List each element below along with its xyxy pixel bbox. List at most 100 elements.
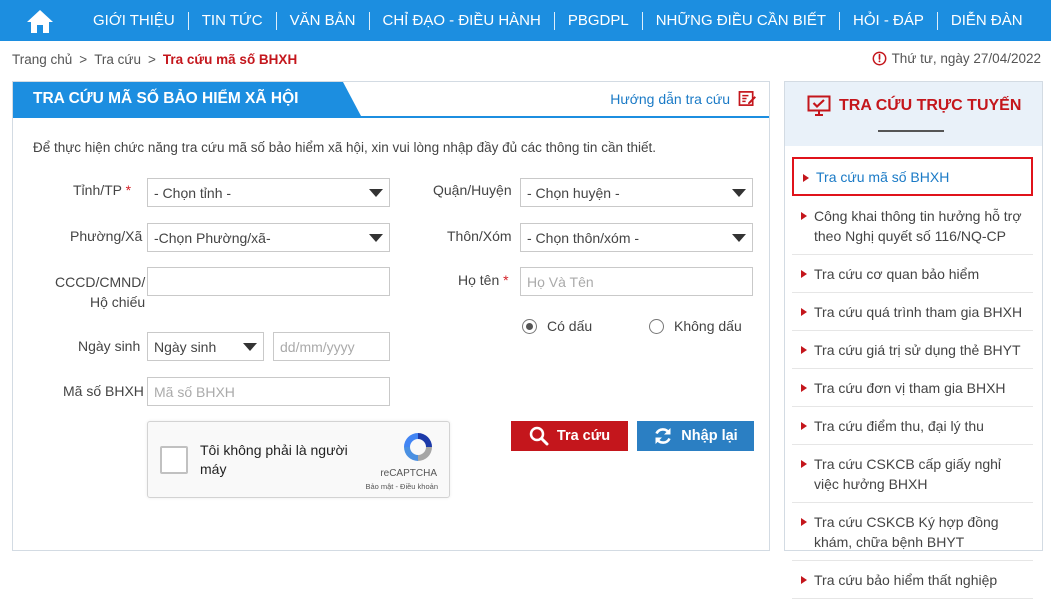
sidebar-item-participation-history[interactable]: Tra cứu quá trình tham gia BHXH <box>792 293 1033 331</box>
recaptcha-checkbox[interactable] <box>160 446 188 474</box>
nav-divider <box>187 11 189 30</box>
sidebar-title-underline <box>878 130 944 132</box>
breadcrumb-home[interactable]: Trang chủ <box>12 52 72 67</box>
dob-type-select[interactable]: Ngày sinh <box>147 332 264 361</box>
nav-item-chi-dao-dieu-hanh[interactable]: CHỈ ĐẠO - ĐIỀU HÀNH <box>370 12 554 29</box>
bhxh-code-placeholder: Mã số BHXH <box>154 383 235 400</box>
dob-label: Ngày sinh <box>78 338 141 354</box>
id-number-input[interactable] <box>147 267 390 296</box>
province-select-value: - Chọn tỉnh - <box>154 184 232 201</box>
reset-button-label: Nhập lại <box>681 428 738 444</box>
nav-divider <box>936 11 938 30</box>
guide-link[interactable]: Hướng dẫn tra cứu <box>610 90 757 107</box>
accent-radio[interactable]: Có dấu <box>522 318 592 334</box>
home-button[interactable] <box>0 0 80 41</box>
current-date: Thứ tư, ngày 27/04/2022 <box>872 51 1041 66</box>
province-select[interactable]: - Chọn tỉnh - <box>147 178 390 207</box>
sidebar-list: Tra cứu mã số BHXH Công khai thông tin h… <box>792 157 1033 599</box>
required-mark: * <box>125 182 132 198</box>
province-label-text: Tỉnh/TP <box>73 182 122 198</box>
sidebar-item-unemployment-insurance[interactable]: Tra cứu bảo hiểm thất nghiệp <box>792 561 1033 599</box>
recaptcha-logo-icon <box>404 433 432 461</box>
bhxh-code-input[interactable]: Mã số BHXH <box>147 377 390 406</box>
lookup-panel: TRA CỨU MÃ SỐ BẢO HIỂM XÃ HỘI Hướng dẫn … <box>12 81 770 551</box>
date-text: Thứ tư, ngày 27/04/2022 <box>891 51 1041 66</box>
chevron-down-icon <box>243 343 257 351</box>
ward-select[interactable]: -Chọn Phường/xã- <box>147 223 390 252</box>
breadcrumb: Trang chủ > Tra cứu > Tra cứu mã số BHXH <box>12 52 297 67</box>
online-lookup-sidebar: TRA CỨU TRỰC TUYẾN Tra cứu mã số BHXH Cô… <box>784 81 1043 599</box>
breadcrumb-separator: > <box>147 52 156 67</box>
required-mark: * <box>503 272 509 288</box>
sidebar-item-insurance-agency[interactable]: Tra cứu cơ quan bảo hiểm <box>792 255 1033 293</box>
guide-link-label: Hướng dẫn tra cứu <box>610 90 730 107</box>
breadcrumb-current: Tra cứu mã số BHXH <box>162 52 298 67</box>
recaptcha-terms[interactable]: Bảo mật - Điều khoản <box>365 482 438 491</box>
no-accent-radio-label: Không dấu <box>674 318 742 334</box>
district-select[interactable]: - Chọn huyện - <box>520 178 753 207</box>
sidebar-title: TRA CỨU TRỰC TUYẾN <box>807 95 1021 117</box>
sidebar-item-participating-units[interactable]: Tra cứu đơn vị tham gia BHXH <box>792 369 1033 407</box>
chevron-down-icon <box>732 234 746 242</box>
sidebar-item-sick-leave-facilities[interactable]: Tra cứu CSKCB cấp giấy nghỉ việc hưởng B… <box>792 445 1033 503</box>
hamlet-select-value: - Chọn thôn/xóm - <box>527 229 640 246</box>
radio-selected-icon <box>522 318 537 334</box>
refresh-icon <box>655 428 671 444</box>
clock-icon <box>872 51 886 66</box>
home-icon <box>27 9 53 33</box>
no-accent-radio[interactable]: Không dấu <box>649 318 742 334</box>
nav-divider <box>368 11 370 30</box>
id-label-line2: Hộ chiếu <box>89 294 146 310</box>
search-icon <box>529 426 549 446</box>
reset-button[interactable]: Nhập lại <box>637 421 754 451</box>
nav-item-hoi-dap[interactable]: HỎI - ĐÁP <box>840 12 937 29</box>
name-label-text: Họ tên <box>458 272 500 288</box>
district-select-value: - Chọn huyện - <box>527 184 620 201</box>
full-name-input[interactable]: Họ Và Tên <box>520 267 753 296</box>
radio-unselected-icon <box>649 318 664 334</box>
id-label: CCCD/CMND/ Hộ chiếu <box>55 272 145 312</box>
id-label-line1: CCCD/CMND/ <box>55 274 146 290</box>
sidebar-header: TRA CỨU TRỰC TUYẾN <box>785 82 1042 146</box>
ward-select-value: -Chọn Phường/xã- <box>154 229 271 246</box>
intro-text: Để thực hiện chức năng tra cứu mã số bảo… <box>33 140 656 155</box>
search-button[interactable]: Tra cứu <box>511 421 628 451</box>
ward-label: Phường/Xã <box>70 228 143 244</box>
sidebar-item-support-116[interactable]: Công khai thông tin hưởng hỗ trợ theo Ng… <box>792 197 1033 255</box>
monitor-check-icon <box>807 95 831 116</box>
nav-item-nhung-dieu-can-biet[interactable]: NHỮNG ĐIỀU CẦN BIẾT <box>643 12 839 29</box>
nav-item-van-ban[interactable]: VĂN BẢN <box>277 12 369 29</box>
sidebar-item-bhyt-card-validity[interactable]: Tra cứu giá trị sử dụng thẻ BHYT <box>792 331 1033 369</box>
nav-divider <box>641 11 643 30</box>
recaptcha-brand: reCAPTCHA <box>380 468 437 479</box>
nav-item-gioi-thieu[interactable]: GIỚI THIỆU <box>80 12 188 29</box>
dob-input[interactable]: dd/mm/yyyy <box>273 332 390 361</box>
panel-title: TRA CỨU MÃ SỐ BẢO HIỂM XÃ HỘI <box>13 82 361 116</box>
hamlet-select[interactable]: - Chọn thôn/xóm - <box>520 223 753 252</box>
accent-radio-label: Có dấu <box>547 318 593 334</box>
sidebar-item-collection-points[interactable]: Tra cứu điểm thu, đại lý thu <box>792 407 1033 445</box>
chevron-down-icon <box>369 234 383 242</box>
nav-item-tin-tuc[interactable]: TIN TỨC <box>189 12 276 29</box>
nav-item-dien-dan[interactable]: DIỄN ĐÀN <box>938 12 1036 29</box>
name-label: Họ tên * <box>458 272 509 288</box>
code-label: Mã số BHXH <box>63 383 144 399</box>
breadcrumb-section[interactable]: Tra cứu <box>94 52 141 67</box>
district-label: Quận/Huyện <box>433 182 512 198</box>
dob-type-value: Ngày sinh <box>154 338 217 355</box>
search-button-label: Tra cứu <box>556 428 611 444</box>
full-name-placeholder: Họ Và Tên <box>527 273 594 290</box>
nav-divider <box>553 11 555 30</box>
panel-header: TRA CỨU MÃ SỐ BẢO HIỂM XÃ HỘI Hướng dẫn … <box>13 82 769 118</box>
edit-note-icon <box>738 91 756 106</box>
recaptcha-widget: Tôi không phải là người máy reCAPTCHA Bả… <box>147 421 450 498</box>
sidebar-item-contracted-facilities[interactable]: Tra cứu CSKCB Ký hợp đồng khám, chữa bện… <box>792 503 1033 561</box>
dob-placeholder: dd/mm/yyyy <box>280 338 355 355</box>
sidebar-item-bhxh-code[interactable]: Tra cứu mã số BHXH <box>792 157 1033 196</box>
sidebar-title-text: TRA CỨU TRỰC TUYẾN <box>839 97 1022 114</box>
top-navigation: GIỚI THIỆU TIN TỨC VĂN BẢN CHỈ ĐẠO - ĐIỀ… <box>0 0 1051 41</box>
chevron-down-icon <box>732 189 746 197</box>
nav-item-pbgdpl[interactable]: PBGDPL <box>555 12 642 29</box>
province-label: Tỉnh/TP * <box>73 182 131 198</box>
chevron-down-icon <box>369 189 383 197</box>
